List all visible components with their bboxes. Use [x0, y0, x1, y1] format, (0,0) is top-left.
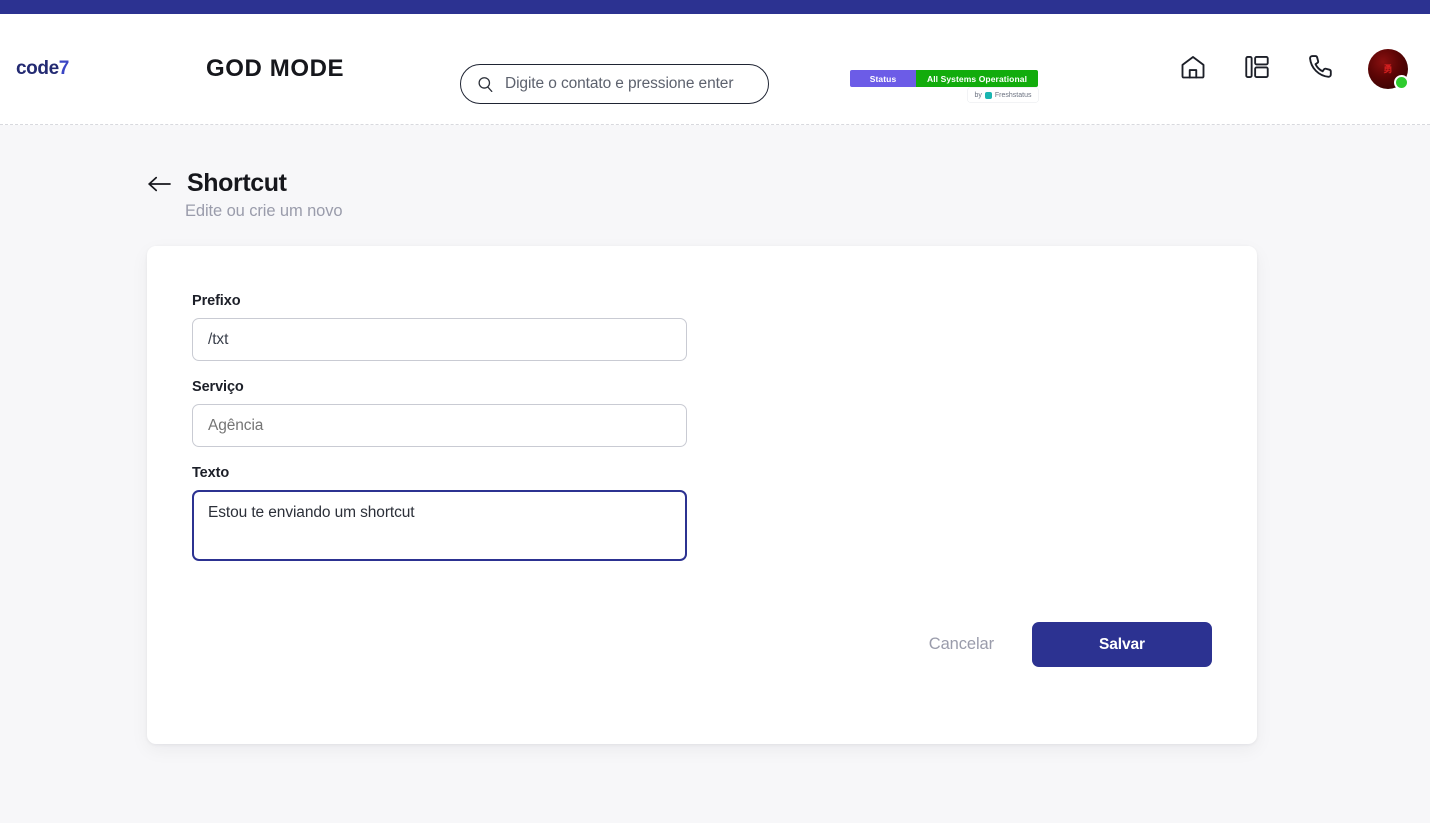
app-title: GOD MODE — [206, 55, 345, 82]
page-content: Shortcut Edite ou crie um novo Prefixo S… — [0, 125, 1430, 744]
avatar[interactable]: 勇 — [1368, 49, 1409, 90]
top-accent-bar — [0, 0, 1430, 14]
field-texto: Texto — [192, 465, 1257, 566]
layout-button[interactable] — [1240, 52, 1274, 86]
avatar-initials: 勇 — [1383, 63, 1393, 74]
servico-input[interactable] — [192, 404, 687, 447]
layout-icon — [1243, 53, 1271, 86]
field-label-texto: Texto — [192, 465, 230, 481]
status-widget[interactable]: Status All Systems Operational by Freshs… — [850, 70, 1038, 102]
freshstatus-icon — [984, 91, 992, 99]
page-subtitle: Edite ou crie um novo — [185, 202, 343, 220]
back-button[interactable] — [147, 174, 173, 194]
phone-icon — [1307, 53, 1335, 86]
attribution-brand: Freshstatus — [994, 91, 1032, 99]
search-bar[interactable] — [460, 64, 769, 104]
prefixo-input[interactable] — [192, 318, 687, 361]
phone-button[interactable] — [1304, 52, 1338, 86]
status-label: Status — [850, 70, 916, 87]
texto-textarea[interactable] — [192, 490, 687, 561]
field-label-prefixo: Prefixo — [192, 293, 241, 309]
field-label-servico: Serviço — [192, 379, 244, 395]
page-title: Shortcut — [187, 169, 287, 197]
form-actions: Cancelar Salvar — [925, 622, 1212, 667]
brand-name: code — [16, 58, 59, 79]
home-icon — [1179, 53, 1207, 86]
online-status-indicator — [1394, 75, 1409, 90]
home-button[interactable] — [1176, 52, 1210, 86]
shortcut-form-card: Prefixo Serviço Texto Cancelar Salvar — [147, 246, 1257, 744]
app-header: code7 GOD MODE Status All Systems Operat… — [0, 14, 1430, 125]
field-servico: Serviço — [192, 379, 1257, 447]
search-input[interactable] — [505, 75, 752, 93]
save-button[interactable]: Salvar — [1032, 622, 1212, 667]
page-header: Shortcut Edite ou crie um novo — [0, 125, 1430, 221]
status-bar: Status All Systems Operational — [850, 70, 1038, 87]
brand-logo[interactable]: code7 — [16, 58, 69, 80]
header-actions: 勇 — [1176, 49, 1409, 90]
search-icon — [477, 76, 494, 93]
cancel-button[interactable]: Cancelar — [925, 627, 998, 662]
brand-accent: 7 — [58, 58, 70, 79]
attribution-prefix: by — [974, 91, 982, 99]
field-prefixo: Prefixo — [192, 293, 1257, 361]
freshstatus-attribution[interactable]: by Freshstatus — [968, 88, 1038, 102]
status-value: All Systems Operational — [916, 70, 1038, 87]
